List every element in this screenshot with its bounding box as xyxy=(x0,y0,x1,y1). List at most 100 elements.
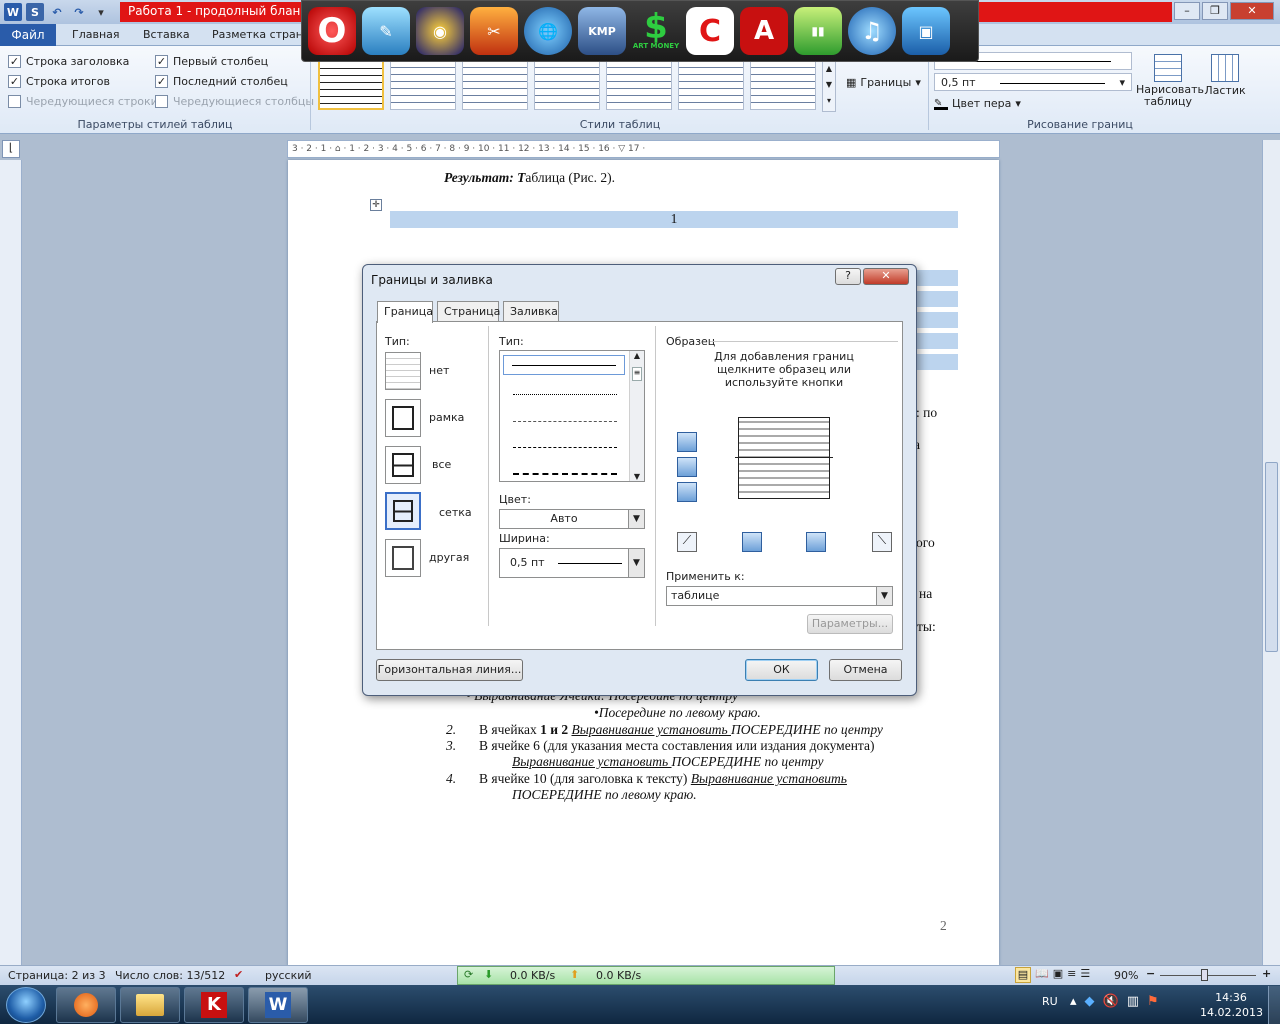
tab-home[interactable]: Главная xyxy=(72,24,120,46)
table-cell-1[interactable]: 1 xyxy=(390,211,958,228)
ruler-tab-selector[interactable]: ⌊ xyxy=(2,140,20,158)
top-border-button[interactable] xyxy=(677,432,697,452)
draw-table-button[interactable]: Нарисовать таблицу xyxy=(1136,54,1204,108)
taskbar-word[interactable]: W xyxy=(248,987,308,1023)
line-style-list[interactable]: ▲ ≡ ▼ xyxy=(499,350,645,482)
web-layout-icon[interactable]: ▣ xyxy=(1053,967,1063,983)
table-style-thumb[interactable] xyxy=(534,60,600,110)
borders-button[interactable]: ▦ Границы ▾ xyxy=(846,76,921,89)
start-button[interactable] xyxy=(6,987,46,1023)
pen-app-icon[interactable]: ✎ xyxy=(362,7,410,55)
artmoney-icon[interactable]: $ ART MONEY xyxy=(632,7,680,55)
outline-icon[interactable]: ≡ xyxy=(1067,967,1076,983)
redo-icon[interactable]: ↷ xyxy=(70,3,88,21)
taskbar-media-player[interactable] xyxy=(56,987,116,1023)
preset-all[interactable]: все xyxy=(385,446,451,484)
diagonal-up-button[interactable]: ⟍ xyxy=(872,532,892,552)
clock[interactable]: 14:36 14.02.2013 xyxy=(1200,990,1263,1020)
proofing-icon[interactable]: ✔ xyxy=(234,968,243,981)
preset-grid[interactable]: сетка xyxy=(385,492,472,530)
vertical-scrollbar[interactable] xyxy=(1262,140,1280,966)
header-row-checkbox[interactable]: ✓ Строка заголовка xyxy=(8,51,158,71)
taskbar-kaspersky[interactable]: K xyxy=(184,987,244,1023)
tab-file[interactable]: Файл xyxy=(0,24,56,46)
tray-network-icon[interactable]: ▥ xyxy=(1127,994,1139,1009)
eraser-button[interactable]: Ластик xyxy=(1202,54,1248,97)
horizontal-line-button[interactable]: Горизонтальная линия... xyxy=(376,659,523,681)
bars-app-icon[interactable]: ▮▮ xyxy=(794,7,842,55)
tab-insert[interactable]: Вставка xyxy=(143,24,190,46)
opera-icon[interactable]: O xyxy=(308,7,356,55)
line-weight-select[interactable]: 0,5 пт ▾ xyxy=(934,73,1132,91)
table-style-thumb[interactable] xyxy=(750,60,816,110)
save-icon[interactable]: S xyxy=(26,3,44,21)
line-style-selected[interactable] xyxy=(503,355,625,375)
scrollbar-thumb[interactable] xyxy=(1265,462,1278,652)
kmplayer-icon[interactable]: KMP xyxy=(578,7,626,55)
word-app-icon[interactable]: W xyxy=(4,3,22,21)
apply-to-select[interactable]: таблице ▼ xyxy=(666,586,893,606)
table-style-thumb[interactable] xyxy=(318,60,384,110)
acrobat-icon[interactable]: A xyxy=(740,7,788,55)
undo-icon[interactable]: ↶ xyxy=(48,3,66,21)
tray-volume-icon[interactable]: 🔇 xyxy=(1103,994,1119,1009)
diagonal-down-button[interactable]: ⟋ xyxy=(677,532,697,552)
inside-horizontal-border-button[interactable] xyxy=(677,457,697,477)
preset-box[interactable]: рамка xyxy=(385,399,464,437)
bottom-border-button[interactable] xyxy=(677,482,697,502)
ccleaner-icon[interactable]: ✂ xyxy=(470,7,518,55)
width-select[interactable]: 0,5 пт ▼ xyxy=(499,548,645,578)
tab-shading[interactable]: Заливка xyxy=(503,301,559,322)
tab-page-border[interactable]: Страница xyxy=(437,301,500,322)
style-list-scrollbar[interactable]: ▲ ≡ ▼ xyxy=(629,351,644,481)
ok-button[interactable]: ОК xyxy=(745,659,818,681)
zoom-slider-thumb[interactable] xyxy=(1201,969,1208,981)
dialog-close-button[interactable]: ✕ xyxy=(863,268,909,285)
left-border-button[interactable] xyxy=(742,532,762,552)
word-count[interactable]: Число слов: 13/512 xyxy=(115,969,225,982)
itunes-icon[interactable]: ♫ xyxy=(848,7,896,55)
last-column-checkbox[interactable]: ✓ Последний столбец xyxy=(155,71,314,91)
page-count[interactable]: Страница: 2 из 3 xyxy=(8,969,106,982)
zoom-out-button[interactable]: − xyxy=(1146,967,1155,980)
table-style-thumb[interactable] xyxy=(390,60,456,110)
globe-icon[interactable]: 🌐 xyxy=(524,7,572,55)
tray-shield-icon[interactable]: ⚑ xyxy=(1147,994,1159,1009)
tray-app-icon[interactable]: ◆ xyxy=(1085,994,1095,1009)
right-border-button[interactable] xyxy=(806,532,826,552)
line-style-dotted[interactable] xyxy=(513,394,617,395)
banded-columns-checkbox[interactable]: Чередующиеся столбцы xyxy=(155,91,314,111)
border-preview[interactable] xyxy=(735,417,833,499)
disc-icon[interactable]: ◉ xyxy=(416,7,464,55)
desktop-icon[interactable]: ▣ xyxy=(902,7,950,55)
draft-icon[interactable]: ☰ xyxy=(1080,967,1090,983)
help-button[interactable]: ? xyxy=(835,268,861,285)
tab-border[interactable]: Граница xyxy=(377,301,433,323)
table-style-thumb[interactable] xyxy=(606,60,672,110)
line-style-dashed[interactable] xyxy=(513,447,617,448)
first-column-checkbox[interactable]: ✓ Первый столбец xyxy=(155,51,314,71)
zoom-level[interactable]: 90% xyxy=(1114,969,1138,982)
reading-view-icon[interactable]: 📖 xyxy=(1035,967,1049,983)
input-language[interactable]: RU xyxy=(1042,995,1058,1008)
zoom-slider[interactable] xyxy=(1160,975,1256,976)
tray-arrow-icon[interactable]: ▴ xyxy=(1070,994,1077,1009)
horizontal-ruler[interactable]: 3 · 2 · 1 · ⌂ · 1 · 2 · 3 · 4 · 5 · 6 · … xyxy=(287,140,1000,158)
cancel-button[interactable]: Отмена xyxy=(829,659,902,681)
line-style-dash-dot[interactable] xyxy=(513,473,617,475)
minimize-button[interactable]: – xyxy=(1174,2,1200,20)
line-style-dashed-fine[interactable] xyxy=(513,421,617,422)
close-button[interactable]: ✕ xyxy=(1230,2,1274,20)
maximize-button[interactable]: ❐ xyxy=(1202,2,1228,20)
customize-qat-icon[interactable]: ▾ xyxy=(92,3,110,21)
taskbar-explorer[interactable] xyxy=(120,987,180,1023)
language[interactable]: русский xyxy=(265,969,312,982)
vertical-ruler[interactable] xyxy=(0,160,22,965)
options-button[interactable]: Параметры... xyxy=(807,614,893,634)
total-row-checkbox[interactable]: ✓ Строка итогов xyxy=(8,71,158,91)
zoom-in-button[interactable]: + xyxy=(1262,967,1271,980)
preset-custom[interactable]: другая xyxy=(385,539,469,577)
preset-none[interactable]: нет xyxy=(385,352,449,390)
table-move-handle[interactable]: ✛ xyxy=(370,199,382,211)
gallery-scroll[interactable]: ▲ ▼ ▾ xyxy=(822,60,836,112)
